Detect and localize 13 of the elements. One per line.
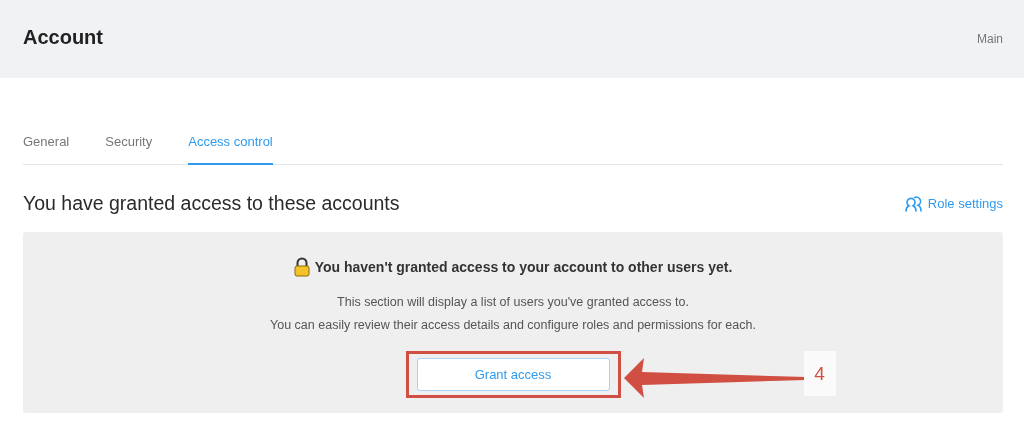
tab[interactable]: General xyxy=(23,132,70,165)
lock-icon xyxy=(293,257,310,277)
description-text: This section will display a list of users you've granted access to. xyxy=(337,294,689,311)
page-title: Account xyxy=(23,25,103,49)
role-settings-link[interactable]: Role settings xyxy=(901,194,1003,213)
tab[interactable]: Access control xyxy=(188,132,273,165)
description-text: You can easily review their access details and configure roles and permissions for each. xyxy=(270,317,756,334)
breadcrumb-link[interactable]: Main xyxy=(977,32,1003,46)
grant-access-button[interactable]: Grant access xyxy=(416,358,610,391)
tab[interactable]: Security xyxy=(105,132,153,165)
section-heading: You have granted access to these accounts xyxy=(23,192,400,215)
empty-state-title: You haven't granted access to your account to other users yet. xyxy=(314,259,733,275)
callout-number: 4 xyxy=(803,351,836,396)
